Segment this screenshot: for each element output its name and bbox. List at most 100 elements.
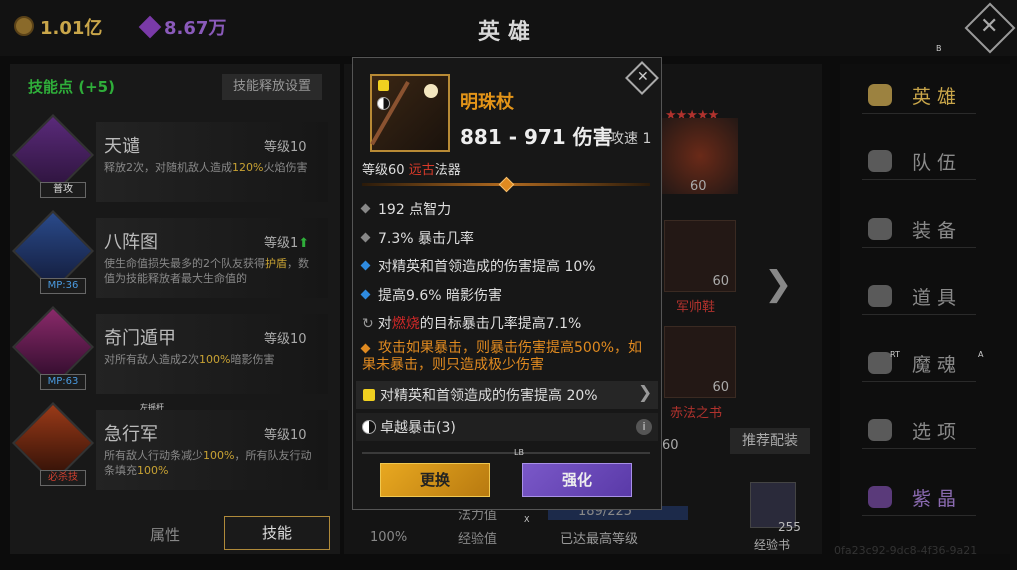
item-level-line: 等级60 远古法器 bbox=[362, 159, 461, 178]
skill-name: 八阵图 bbox=[104, 232, 158, 253]
close-icon: ✕ bbox=[637, 69, 649, 85]
nav-item-team[interactable]: 队伍 bbox=[862, 142, 976, 180]
stat-text: 的目标暴击几率提高7.1% bbox=[419, 316, 582, 332]
item-type: 法器 bbox=[434, 163, 461, 178]
upgrade-button[interactable]: 强化 bbox=[522, 463, 632, 497]
gold-amount: 1.01亿 bbox=[40, 18, 103, 39]
stat-text: 7.3% 暴击几率 bbox=[378, 231, 475, 247]
stat-line: ↻ 对燃烧的目标暴击几率提高7.1% bbox=[362, 313, 581, 333]
nav-label: 道具 bbox=[912, 287, 963, 309]
slot-name: 赤法之书 bbox=[670, 406, 723, 421]
skill-level: 等级10 bbox=[264, 332, 307, 347]
skill-desc-highlight: 100% bbox=[203, 449, 235, 462]
hero-portrait[interactable]: 60 bbox=[662, 118, 738, 194]
nav-item-hero[interactable]: 英雄 bbox=[862, 76, 976, 114]
skill-tag: MP:36 bbox=[40, 278, 86, 294]
chevron-right-icon: ❯ bbox=[638, 383, 653, 403]
watermark: 0fa23c92-9dc8-4f36-9a21 bbox=[834, 544, 978, 557]
stat-line: 提高9.6% 暗影伤害 bbox=[360, 285, 503, 305]
slot-level: 60 bbox=[712, 380, 729, 395]
nav-label: 装备 bbox=[912, 220, 963, 242]
stat-text: 提高9.6% 暗影伤害 bbox=[378, 288, 503, 304]
skill-desc-text: 使生命值损失最多的2个队友获得 bbox=[104, 257, 265, 270]
item-damage: 881 - 971 伤害 bbox=[460, 125, 613, 149]
helmet-icon bbox=[868, 218, 892, 240]
skill-desc-text: 所有敌人行动条减少 bbox=[104, 449, 203, 462]
skill-name: 奇门遁甲 bbox=[104, 328, 176, 349]
skill-desc: 使生命值损失最多的2个队友获得护盾，数值为技能释放者最大生命值的 bbox=[104, 256, 316, 286]
stat-diamond-icon bbox=[360, 343, 371, 354]
nav-item-items[interactable]: 道具 bbox=[862, 277, 976, 315]
slot-level-partial: 60 bbox=[662, 438, 679, 453]
nav-item-soul[interactable]: 魔魂 bbox=[862, 344, 976, 382]
nav-label: 选项 bbox=[912, 421, 963, 443]
stat-line: 7.3% 暴击几率 bbox=[360, 228, 475, 248]
topaz-gem-icon bbox=[363, 389, 375, 401]
skill-desc-text: 对所有敌人造成2次 bbox=[104, 353, 199, 366]
legendary-effect-text: 攻击如果暴击，则暴击伤害提高500%，如果未暴击，则只造成极少伤害 bbox=[362, 340, 643, 373]
yin-yang-icon bbox=[362, 420, 376, 434]
item-name: 明珠杖 bbox=[460, 92, 514, 113]
exp-book-label: 经验书 bbox=[754, 538, 791, 552]
skill-name: 天谴 bbox=[104, 136, 140, 157]
equip-slot-boots[interactable]: 60 bbox=[664, 220, 736, 292]
stat-diamond-icon bbox=[360, 232, 371, 242]
nav-item-options[interactable]: 选项 bbox=[862, 411, 976, 449]
item-level: 等级60 bbox=[362, 163, 409, 178]
exp-book-count: 255 bbox=[778, 520, 801, 534]
level-up-arrow-icon[interactable]: ⬆ bbox=[298, 236, 309, 251]
gold-coin-icon bbox=[14, 16, 34, 36]
tab-attributes[interactable]: 属性 bbox=[150, 524, 180, 545]
equip-slot-book[interactable]: 60 bbox=[664, 326, 736, 398]
set-bonus-text: 卓越暴击(3) bbox=[380, 420, 456, 436]
crystal-icon bbox=[868, 486, 892, 508]
skill-desc-highlight: 100% bbox=[137, 464, 169, 477]
hint-a: A bbox=[978, 350, 984, 359]
skill-points-label: 技能点 (+5) bbox=[28, 78, 115, 96]
skill-level: 等级10 bbox=[264, 140, 307, 155]
skill-release-settings-button[interactable]: 技能释放设置 bbox=[222, 74, 322, 100]
topaz-gem-icon bbox=[378, 80, 389, 91]
next-arrow-icon[interactable]: ❯ bbox=[764, 264, 793, 304]
page-title: 英雄 bbox=[478, 20, 539, 45]
skill-tag: MP:63 bbox=[40, 374, 86, 390]
nav-item-amethyst[interactable]: 紫晶 bbox=[862, 478, 976, 516]
nav-label: 紫晶 bbox=[912, 488, 963, 510]
tab-skills[interactable]: 技能 bbox=[224, 516, 330, 550]
skill-card-tianqian[interactable]: 普攻 天谴 等级10 释放2次，对随机敌人造成120%火焰伤害 bbox=[11, 113, 328, 210]
skill-desc-text: 释放2次，对随机敌人造成 bbox=[104, 161, 232, 174]
stat-line: 192 点智力 bbox=[360, 199, 451, 219]
gem-perk-row[interactable]: 对精英和首领造成的伤害提高 20% ❯ bbox=[356, 381, 658, 409]
swap-button[interactable]: 更换 bbox=[380, 463, 490, 497]
skill-desc-highlight: 护盾 bbox=[265, 257, 287, 270]
skill-card-qimendunjia[interactable]: MP:63 奇门遁甲 等级10 对所有敌人造成2次100%暗影伤害 bbox=[11, 305, 328, 402]
skill-desc: 对所有敌人造成2次100%暗影伤害 bbox=[104, 352, 316, 367]
gear-icon bbox=[868, 419, 892, 441]
max-level-text: 已达最高等级 bbox=[560, 532, 639, 547]
set-bonus-row[interactable]: 卓越暴击(3) i bbox=[356, 413, 658, 441]
skill-tag: 普攻 bbox=[40, 182, 86, 198]
nav-item-equipment[interactable]: 装备 bbox=[862, 210, 976, 248]
yin-yang-icon bbox=[377, 97, 390, 110]
skill-card-jixingjun[interactable]: 必杀技 急行军 等级10 所有敌人行动条减少100%，所有队友行动条填充100% bbox=[11, 401, 328, 498]
recommend-loadout-button[interactable]: 推荐配装 bbox=[730, 428, 810, 454]
stat-text: 对 bbox=[377, 316, 392, 332]
skill-card-bazhentu[interactable]: MP:36 八阵图 等级1⬆ 使生命值损失最多的2个队友获得护盾，数值为技能释放… bbox=[11, 209, 328, 306]
stat-text: 对精英和首领造成的伤害提高 10% bbox=[378, 259, 596, 275]
skill-desc: 释放2次，对随机敌人造成120%火焰伤害 bbox=[104, 160, 316, 175]
hint-x: X bbox=[524, 515, 530, 524]
skill-level: 等级1⬆ bbox=[264, 232, 309, 251]
flag-icon bbox=[868, 150, 892, 172]
orb-icon bbox=[424, 84, 438, 98]
skill-desc-highlight: 120% bbox=[232, 161, 264, 174]
flame-icon bbox=[868, 352, 892, 374]
nav-label: 队伍 bbox=[912, 152, 963, 174]
stat-burn-keyword: 燃烧 bbox=[391, 316, 420, 332]
percent-value: 100% bbox=[370, 530, 408, 545]
skill-level: 等级10 bbox=[264, 428, 307, 443]
divider bbox=[362, 452, 650, 454]
close-icon: ✕ bbox=[980, 14, 999, 39]
info-icon[interactable]: i bbox=[636, 419, 652, 435]
hero-level: 60 bbox=[690, 179, 707, 194]
slot-level: 60 bbox=[712, 274, 729, 289]
